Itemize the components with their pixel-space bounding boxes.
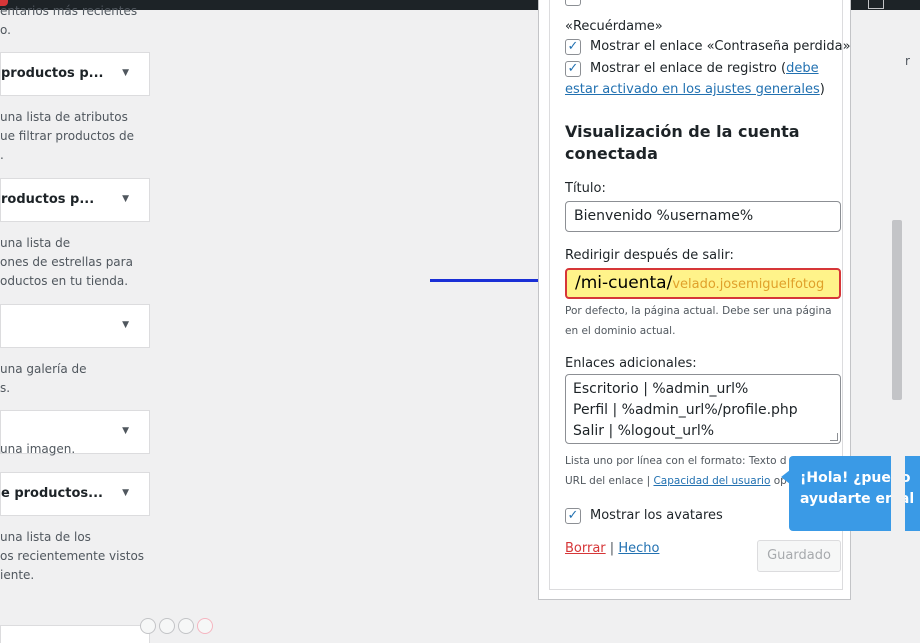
widget-desc: ue filtrar productos de <box>0 129 134 143</box>
widget-item[interactable]: productos p... ▼ <box>0 52 150 96</box>
scrollbar-thumb[interactable] <box>892 220 902 400</box>
section-title: Visualización de la cuenta conectada <box>565 122 800 163</box>
edge-text: r <box>905 54 910 68</box>
user-capability-link[interactable]: Capacidad del usuario <box>653 475 770 487</box>
links-help-2: URL del enlace | Capacidad del usuario o… <box>565 471 789 491</box>
redirect-value: /mi-cuenta/ <box>575 273 673 293</box>
caret-down-icon[interactable]: ▼ <box>122 68 129 78</box>
widget-item[interactable]: ▼ <box>0 304 150 348</box>
widget-desc: una lista de atributos <box>0 110 128 124</box>
caret-down-icon[interactable]: ▼ <box>122 194 129 204</box>
checkbox-avatars[interactable]: ✓ <box>565 508 581 524</box>
widget-desc: entarios más recientes <box>0 4 138 18</box>
lost-password-label: Mostrar el enlace «Contraseña perdida» <box>590 39 851 54</box>
annotation-arrow <box>430 279 545 282</box>
caret-down-icon[interactable]: ▼ <box>122 320 129 330</box>
links-line: Perfil | %admin_url%/profile.php <box>573 402 798 418</box>
window-icon[interactable] <box>868 0 884 9</box>
dot-icon <box>140 618 156 634</box>
widget-desc: iente. <box>0 568 35 582</box>
register-label-cont: estar activado en los ajustes generales) <box>565 82 825 97</box>
widget-desc: os recientemente vistos <box>0 549 145 563</box>
widget-item[interactable]: roductos p... ▼ <box>0 178 150 222</box>
separator: | <box>609 541 615 556</box>
widget-desc: . <box>0 148 4 162</box>
widget-desc: una lista de los <box>0 530 91 544</box>
links-help-1: Lista uno por línea con el formato: Text… <box>565 455 787 467</box>
title-label: Título: <box>565 181 606 196</box>
avatars-label: Mostrar los avatares <box>590 508 723 523</box>
register-label-text: Mostrar el enlace de registro ( <box>590 61 787 76</box>
widget-title: e productos... <box>1 486 103 501</box>
widget-desc: una imagen. <box>0 442 76 456</box>
widget-title: roductos p... <box>1 192 95 207</box>
widget-desc: una lista de <box>0 236 71 250</box>
delete-link[interactable]: Borrar <box>565 541 606 556</box>
widget-desc: oductos en tu tienda. <box>0 274 129 288</box>
links-textarea[interactable]: Escritorio | %admin_url% Perfil | %admin… <box>565 374 841 444</box>
caret-down-icon[interactable]: ▼ <box>122 488 129 498</box>
links-line: Salir | %logout_url% <box>573 423 715 439</box>
widget-desc: s. <box>0 381 11 395</box>
checkbox-remember[interactable] <box>565 0 581 6</box>
redirect-input[interactable]: /mi-cuenta/velado.josemiguelfotog <box>565 268 841 299</box>
links-line: Escritorio | %admin_url% <box>573 381 749 397</box>
loading-dots <box>140 618 216 638</box>
redirect-overflow-text: velado.josemiguelfotog <box>672 277 825 292</box>
caret-down-icon[interactable]: ▼ <box>122 426 129 436</box>
widget-item[interactable]: e productos... ▼ <box>0 472 150 516</box>
done-link[interactable]: Hecho <box>618 541 659 556</box>
general-settings-link[interactable]: debe <box>786 61 819 76</box>
checkbox-register[interactable]: ✓ <box>565 61 581 77</box>
widget-desc: ones de estrellas para <box>0 255 133 269</box>
redirect-label: Redirigir después de salir: <box>565 248 734 263</box>
title-input[interactable]: Bienvenido %username% <box>565 201 841 232</box>
links-help-text: URL del enlace | <box>565 475 654 487</box>
dot-icon <box>178 618 194 634</box>
dot-icon <box>197 618 213 634</box>
remember-label: «Recuérdame» <box>565 19 663 34</box>
links-label: Enlaces adicionales: <box>565 356 697 371</box>
widget-title: productos p... <box>1 66 104 81</box>
register-label: Mostrar el enlace de registro (debe <box>590 61 819 76</box>
widget-item[interactable] <box>0 625 150 643</box>
widget-desc: una galería de <box>0 362 87 376</box>
dot-icon <box>159 618 175 634</box>
general-settings-link-cont[interactable]: estar activado en los ajustes generales <box>565 82 820 97</box>
redirect-help: Por defecto, la página actual. Debe ser … <box>565 305 832 337</box>
available-widgets: entarios más recientes o. productos p...… <box>0 0 160 643</box>
save-button[interactable]: Guardado <box>757 540 841 572</box>
widget-controls: Borrar | Hecho <box>565 541 659 556</box>
checkbox-lost-password[interactable]: ✓ <box>565 39 581 55</box>
resize-grip-icon[interactable] <box>830 433 838 441</box>
widget-desc: o. <box>0 23 11 37</box>
register-label-suffix: ) <box>819 82 825 97</box>
